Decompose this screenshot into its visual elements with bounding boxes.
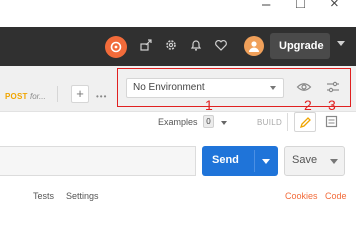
tab-tests[interactable]: Tests — [33, 191, 54, 201]
examples-label[interactable]: Examples — [158, 117, 198, 127]
document-icon — [325, 115, 338, 128]
request-url-input[interactable] — [0, 146, 196, 176]
documentation-button[interactable] — [321, 112, 343, 132]
sync-button[interactable] — [105, 36, 127, 58]
annotation-label-1: 1 — [205, 97, 213, 113]
close-button[interactable]: × — [330, 0, 339, 11]
examples-count-badge: 0 — [203, 115, 214, 128]
heart-icon[interactable] — [214, 38, 228, 52]
examples-dropdown-icon[interactable] — [221, 121, 227, 125]
edit-button[interactable] — [294, 112, 316, 132]
avatar[interactable] — [244, 36, 264, 56]
send-button-divider — [254, 150, 255, 172]
annotation-label-2: 2 — [304, 97, 312, 113]
upgrade-dropdown-icon[interactable] — [337, 41, 345, 46]
send-button-label: Send — [212, 154, 239, 166]
new-tab-button[interactable]: + — [71, 85, 89, 103]
upgrade-button[interactable]: Upgrade — [270, 33, 330, 59]
more-tabs-button[interactable]: ••• — [96, 92, 107, 101]
gear-icon[interactable] — [164, 38, 178, 52]
build-mode-label[interactable]: BUILD — [257, 118, 282, 127]
sync-icon — [110, 41, 122, 53]
satellite-icon[interactable] — [139, 38, 153, 52]
save-button-label: Save — [292, 154, 318, 166]
maximize-button[interactable]: □ — [296, 0, 305, 11]
save-dropdown-icon[interactable] — [330, 159, 338, 164]
minimize-button[interactable]: – — [262, 0, 270, 12]
tab-divider — [57, 86, 58, 102]
tab-method-badge[interactable]: POST — [5, 92, 28, 101]
bell-icon[interactable] — [189, 38, 203, 52]
code-link[interactable]: Code — [325, 191, 347, 201]
tab-settings[interactable]: Settings — [66, 191, 99, 201]
annotation-label-3: 3 — [328, 97, 336, 113]
tab-title[interactable]: for... — [30, 92, 46, 101]
send-dropdown-icon[interactable] — [262, 159, 270, 164]
avatar-icon — [249, 41, 259, 52]
header-bar: Upgrade — [0, 27, 356, 66]
row-divider — [287, 113, 288, 131]
annotation-highlight-box — [117, 68, 351, 107]
pencil-icon — [299, 117, 311, 129]
cookies-link[interactable]: Cookies — [285, 191, 318, 201]
